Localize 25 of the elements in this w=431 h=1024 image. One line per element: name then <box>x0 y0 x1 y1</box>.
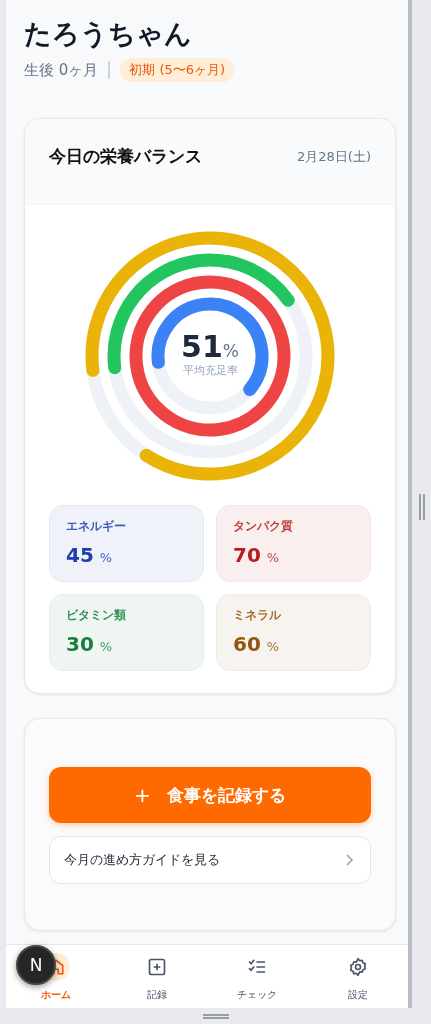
percent-unit: % <box>266 550 280 565</box>
stage-badge: 初期 (5〜6ヶ月) <box>120 58 235 82</box>
dev-menu[interactable]: N <box>16 945 56 985</box>
average-label: 平均充足率 <box>182 363 238 378</box>
nutrient-name: ビタミン類 <box>66 607 127 624</box>
nutrient-name: タンパク質 <box>233 518 294 535</box>
nutrient-value: 45 <box>66 543 94 567</box>
percent-unit: % <box>99 639 113 654</box>
percent-unit: % <box>266 639 280 654</box>
percent-unit: % <box>99 550 113 565</box>
card-title: 今日の栄養バランス <box>49 145 202 168</box>
nutrient-value: 30 <box>66 632 94 656</box>
percent-unit: % <box>222 341 239 361</box>
average-value: 51 <box>181 331 223 363</box>
nutrient-value: 60 <box>233 632 261 656</box>
nutrient-value: 70 <box>233 543 261 567</box>
nav-tab[interactable]: 設定 <box>307 945 408 1008</box>
nav-tab[interactable]: 記録 <box>106 945 207 1008</box>
nav-tab[interactable]: チェック <box>207 945 308 1008</box>
nutrient-name: ミネラル <box>233 607 282 624</box>
age-text: 生後 0ヶ月 <box>24 61 111 79</box>
child-name: たろうちゃん <box>24 17 193 51</box>
date-text: 2月28日(土) <box>297 147 371 166</box>
nutrient-name: エネルギー <box>66 518 127 535</box>
guide-link[interactable]: 今月の進め方ガイドを見る <box>49 836 371 884</box>
